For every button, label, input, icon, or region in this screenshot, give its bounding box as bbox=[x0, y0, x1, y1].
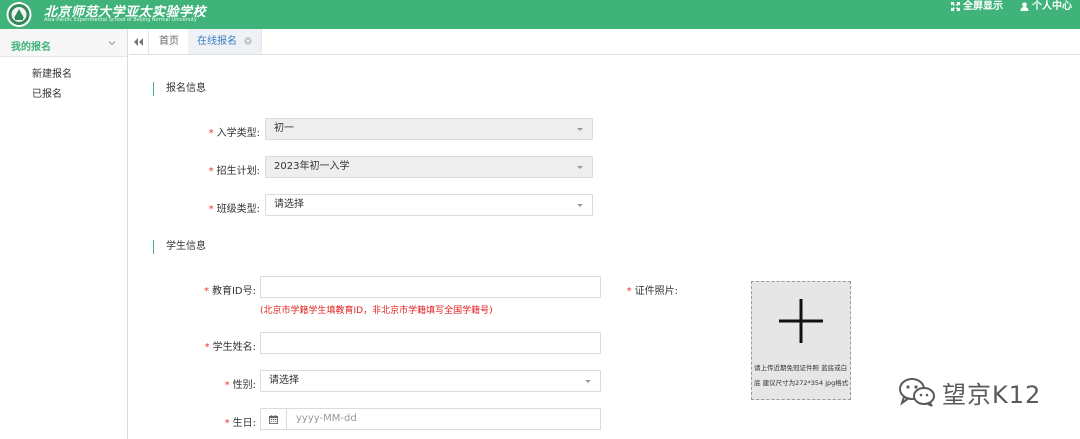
required-mark: * bbox=[203, 286, 209, 297]
required-mark: * bbox=[224, 418, 230, 429]
caret-down-icon bbox=[577, 166, 583, 169]
fullscreen-icon bbox=[951, 2, 960, 11]
student-name-label: * 学生姓名: bbox=[196, 338, 256, 353]
student-name-label-text: 学生姓名: bbox=[212, 342, 256, 353]
section-title-student-info: 学生信息 bbox=[153, 240, 206, 254]
tab-bar: 首页 在线报名 bbox=[129, 29, 1080, 55]
top-header: 北京师范大学亚太实验学校 Asia-Pacific Experimental S… bbox=[0, 0, 1080, 29]
tab-scroll-left-button[interactable] bbox=[129, 29, 149, 54]
school-name-en: Asia-Pacific Experimental School of Beij… bbox=[44, 17, 197, 23]
birthday-label: * 生日: bbox=[196, 414, 256, 429]
school-logo-icon bbox=[6, 2, 32, 27]
class-type-value: 请选择 bbox=[274, 199, 304, 210]
class-type-label: * 班级类型: bbox=[208, 200, 260, 215]
gender-select[interactable]: 请选择 bbox=[260, 370, 601, 392]
plan-select[interactable]: 2023年初一入学 bbox=[265, 156, 593, 178]
watermark-text: 望京K12 bbox=[942, 380, 1042, 409]
plan-value: 2023年初一入学 bbox=[274, 161, 350, 172]
birthday-input[interactable]: yyyy-MM-dd bbox=[260, 408, 601, 430]
sidebar-group-my-signup[interactable]: 我的报名 bbox=[0, 29, 127, 57]
required-mark: * bbox=[208, 204, 214, 215]
birthday-label-text: 生日: bbox=[232, 418, 256, 429]
tab-online-signup-label: 在线报名 bbox=[197, 36, 237, 47]
sidebar-item-new-signup[interactable]: 新建报名 bbox=[32, 65, 72, 80]
plus-icon bbox=[779, 299, 823, 343]
user-center-label: 个人中心 bbox=[1032, 1, 1072, 12]
section-title-signup-info: 报名信息 bbox=[153, 82, 206, 96]
entry-type-label-text: 入学类型: bbox=[216, 128, 260, 139]
fullscreen-label: 全屏显示 bbox=[963, 1, 1003, 12]
photo-label: * 证件照片: bbox=[622, 282, 678, 297]
tab-home-label: 首页 bbox=[159, 36, 179, 47]
plan-label: * 招生计划: bbox=[208, 162, 260, 177]
sidebar-group-label: 我的报名 bbox=[11, 42, 51, 53]
user-center-button[interactable]: 个人中心 bbox=[1020, 0, 1072, 13]
required-mark: * bbox=[208, 166, 214, 177]
entry-type-value: 初一 bbox=[274, 123, 294, 134]
edu-id-label: * 教育ID号: bbox=[196, 282, 256, 297]
edu-id-hint: (北京市学籍学生填教育ID，非北京市学籍填写全国学籍号) bbox=[260, 306, 493, 316]
fullscreen-button[interactable]: 全屏显示 bbox=[951, 0, 1003, 13]
chevron-down-icon bbox=[108, 41, 116, 46]
class-type-select[interactable]: 请选择 bbox=[265, 194, 593, 216]
caret-down-icon bbox=[577, 128, 583, 131]
required-mark: * bbox=[208, 128, 214, 139]
calendar-icon[interactable] bbox=[261, 409, 287, 429]
required-mark: * bbox=[626, 286, 632, 297]
photo-label-text: 证件照片: bbox=[634, 286, 678, 297]
photo-upload-box[interactable]: 请上传近期免冠证件照 蓝底或白底 建议尺寸为272*354 jpg格式 bbox=[751, 281, 851, 400]
required-mark: * bbox=[224, 380, 230, 391]
tab-online-signup[interactable]: 在线报名 bbox=[188, 29, 263, 54]
entry-type-select[interactable]: 初一 bbox=[265, 118, 593, 140]
student-name-input[interactable] bbox=[260, 332, 601, 354]
watermark: 望京K12 bbox=[898, 372, 1041, 412]
gender-label: * 性别: bbox=[196, 376, 256, 391]
tab-home[interactable]: 首页 bbox=[150, 29, 189, 54]
sidebar: 我的报名 新建报名 已报名 bbox=[0, 29, 128, 439]
edu-id-label-text: 教育ID号: bbox=[211, 286, 256, 297]
required-mark: * bbox=[204, 342, 210, 353]
edu-id-input[interactable] bbox=[260, 276, 601, 298]
gender-label-text: 性别: bbox=[232, 380, 256, 391]
gender-value: 请选择 bbox=[269, 375, 299, 386]
caret-down-icon bbox=[585, 380, 591, 383]
plan-label-text: 招生计划: bbox=[216, 166, 260, 177]
close-icon[interactable] bbox=[244, 37, 252, 45]
wechat-icon bbox=[899, 378, 935, 407]
double-chevron-left-icon bbox=[134, 37, 143, 46]
caret-down-icon bbox=[577, 204, 583, 207]
user-icon bbox=[1020, 2, 1029, 11]
photo-upload-note: 请上传近期免冠证件照 蓝底或白底 建议尺寸为272*354 jpg格式 bbox=[754, 364, 849, 387]
birthday-placeholder: yyyy-MM-dd bbox=[296, 413, 357, 424]
class-type-label-text: 班级类型: bbox=[216, 204, 260, 215]
sidebar-item-signed-up[interactable]: 已报名 bbox=[32, 85, 62, 100]
entry-type-label: * 入学类型: bbox=[208, 124, 260, 139]
